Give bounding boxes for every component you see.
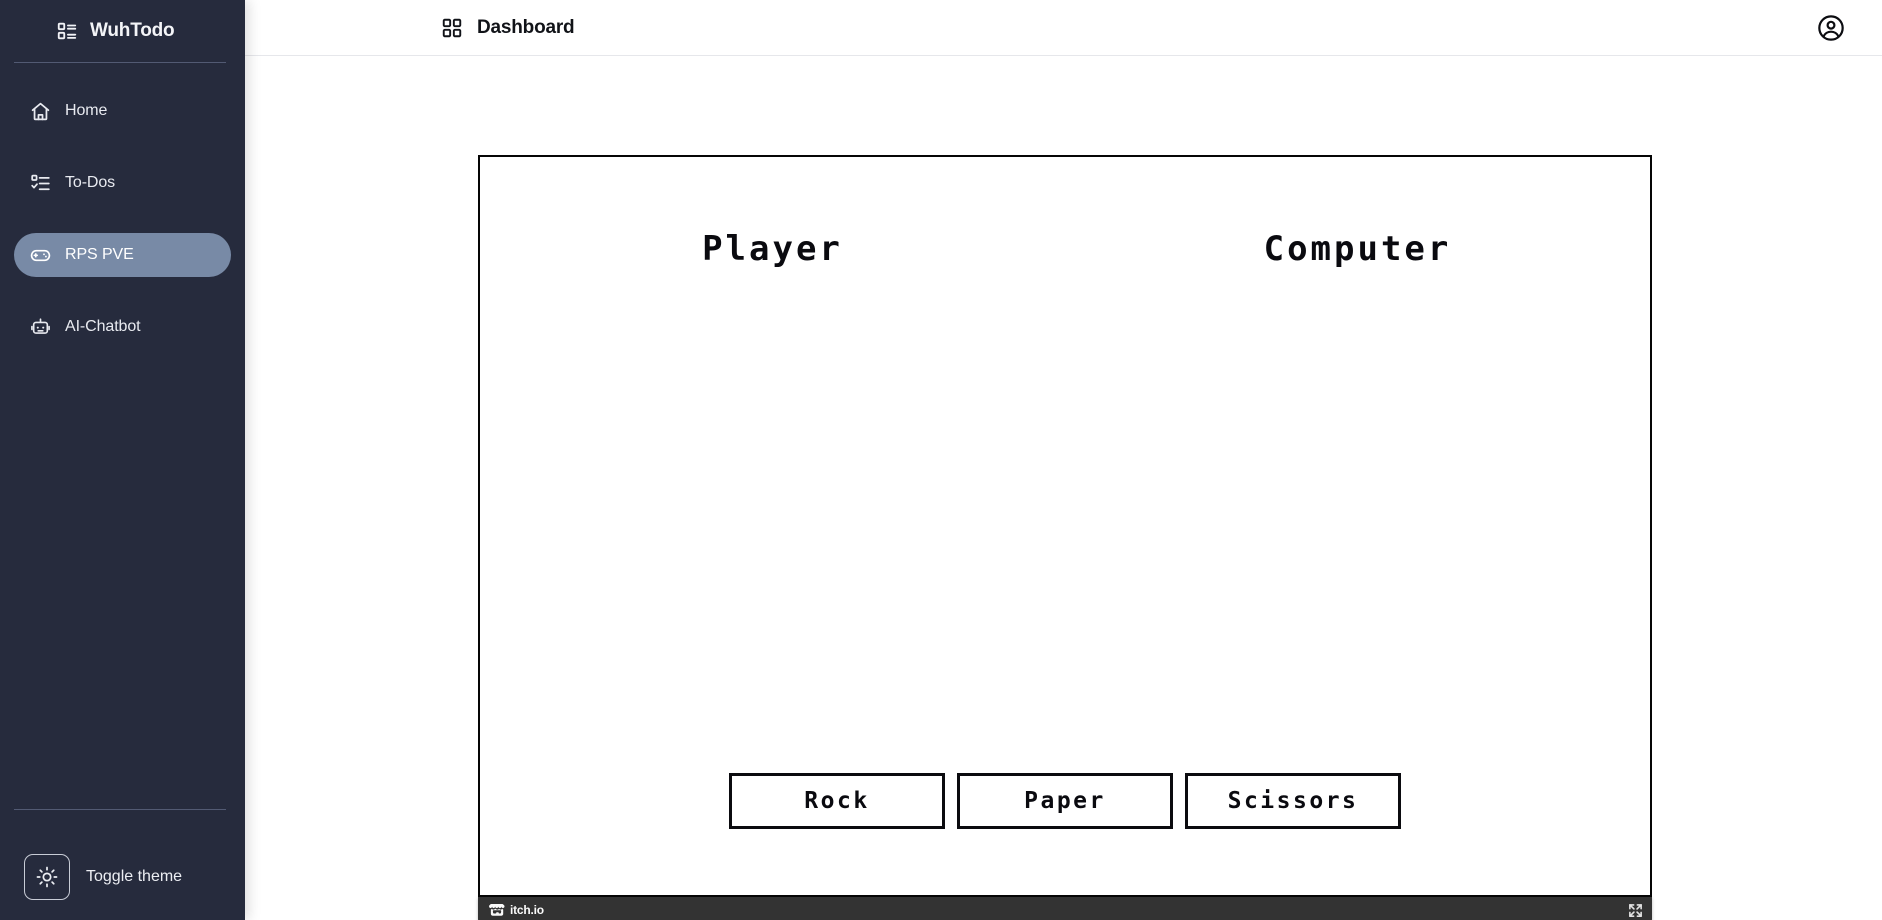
app-root: WuhTodo Home To-Dos RPS PVE AI-Chatbot T… <box>0 0 1882 920</box>
itch-io-logo-icon <box>489 903 505 917</box>
sidebar: WuhTodo Home To-Dos RPS PVE AI-Chatbot T… <box>0 0 245 920</box>
page-title: Dashboard <box>477 16 575 38</box>
top-bar: Dashboard <box>245 0 1882 56</box>
sidebar-nav: Home To-Dos RPS PVE AI-Chatbot <box>0 63 245 349</box>
theme-toggle-row: Toggle theme <box>0 810 245 920</box>
player-label: Player <box>702 229 843 269</box>
brand: WuhTodo <box>0 0 245 62</box>
itch-io-link[interactable]: itch.io <box>489 903 544 917</box>
sidebar-item-label: AI-Chatbot <box>65 318 141 335</box>
sidebar-item-ai-chatbot[interactable]: AI-Chatbot <box>14 305 231 349</box>
computer-label: Computer <box>1263 229 1452 269</box>
sidebar-item-label: To-Dos <box>65 174 116 191</box>
content-area: Player Computer Rock Paper Scissors itch… <box>245 56 1882 920</box>
fullscreen-icon <box>1628 903 1643 918</box>
player-column: Player <box>480 229 1065 269</box>
players-row: Player Computer <box>480 229 1650 269</box>
sidebar-item-home[interactable]: Home <box>14 89 231 133</box>
page-title-group: Dashboard <box>441 16 575 39</box>
itch-io-label: itch.io <box>510 903 544 917</box>
sun-icon <box>36 866 58 888</box>
rock-button[interactable]: Rock <box>729 773 945 829</box>
list-check-icon <box>30 173 51 194</box>
user-circle-icon <box>1817 14 1845 42</box>
dashboard-grid-icon <box>441 17 463 39</box>
rock-label: Rock <box>804 788 870 814</box>
toggle-theme-button[interactable] <box>24 854 70 900</box>
scissors-button[interactable]: Scissors <box>1185 773 1401 829</box>
sidebar-item-to-dos[interactable]: To-Dos <box>14 161 231 205</box>
paper-label: Paper <box>1024 788 1106 814</box>
itch-io-bar: itch.io <box>478 897 1652 920</box>
game-frame: Player Computer Rock Paper Scissors <box>478 155 1652 897</box>
home-icon <box>30 101 51 122</box>
account-button[interactable] <box>1816 13 1846 43</box>
sidebar-item-label: Home <box>65 102 108 119</box>
choices-row: Rock Paper Scissors <box>480 773 1650 829</box>
sidebar-item-rps-pve[interactable]: RPS PVE <box>14 233 231 277</box>
toggle-theme-label: Toggle theme <box>86 868 183 885</box>
computer-column: Computer <box>1065 229 1650 269</box>
brand-title: WuhTodo <box>90 20 175 41</box>
game-embed: Player Computer Rock Paper Scissors itch… <box>478 155 1652 920</box>
scissors-label: Scissors <box>1227 788 1359 814</box>
main-area: Dashboard Player Computer Rock Paper Sci… <box>245 0 1882 920</box>
layout-list-icon <box>56 20 78 42</box>
paper-button[interactable]: Paper <box>957 773 1173 829</box>
robot-icon <box>30 317 51 338</box>
gamepad-icon <box>30 245 51 266</box>
fullscreen-button[interactable] <box>1626 901 1644 919</box>
sidebar-item-label: RPS PVE <box>65 246 134 263</box>
